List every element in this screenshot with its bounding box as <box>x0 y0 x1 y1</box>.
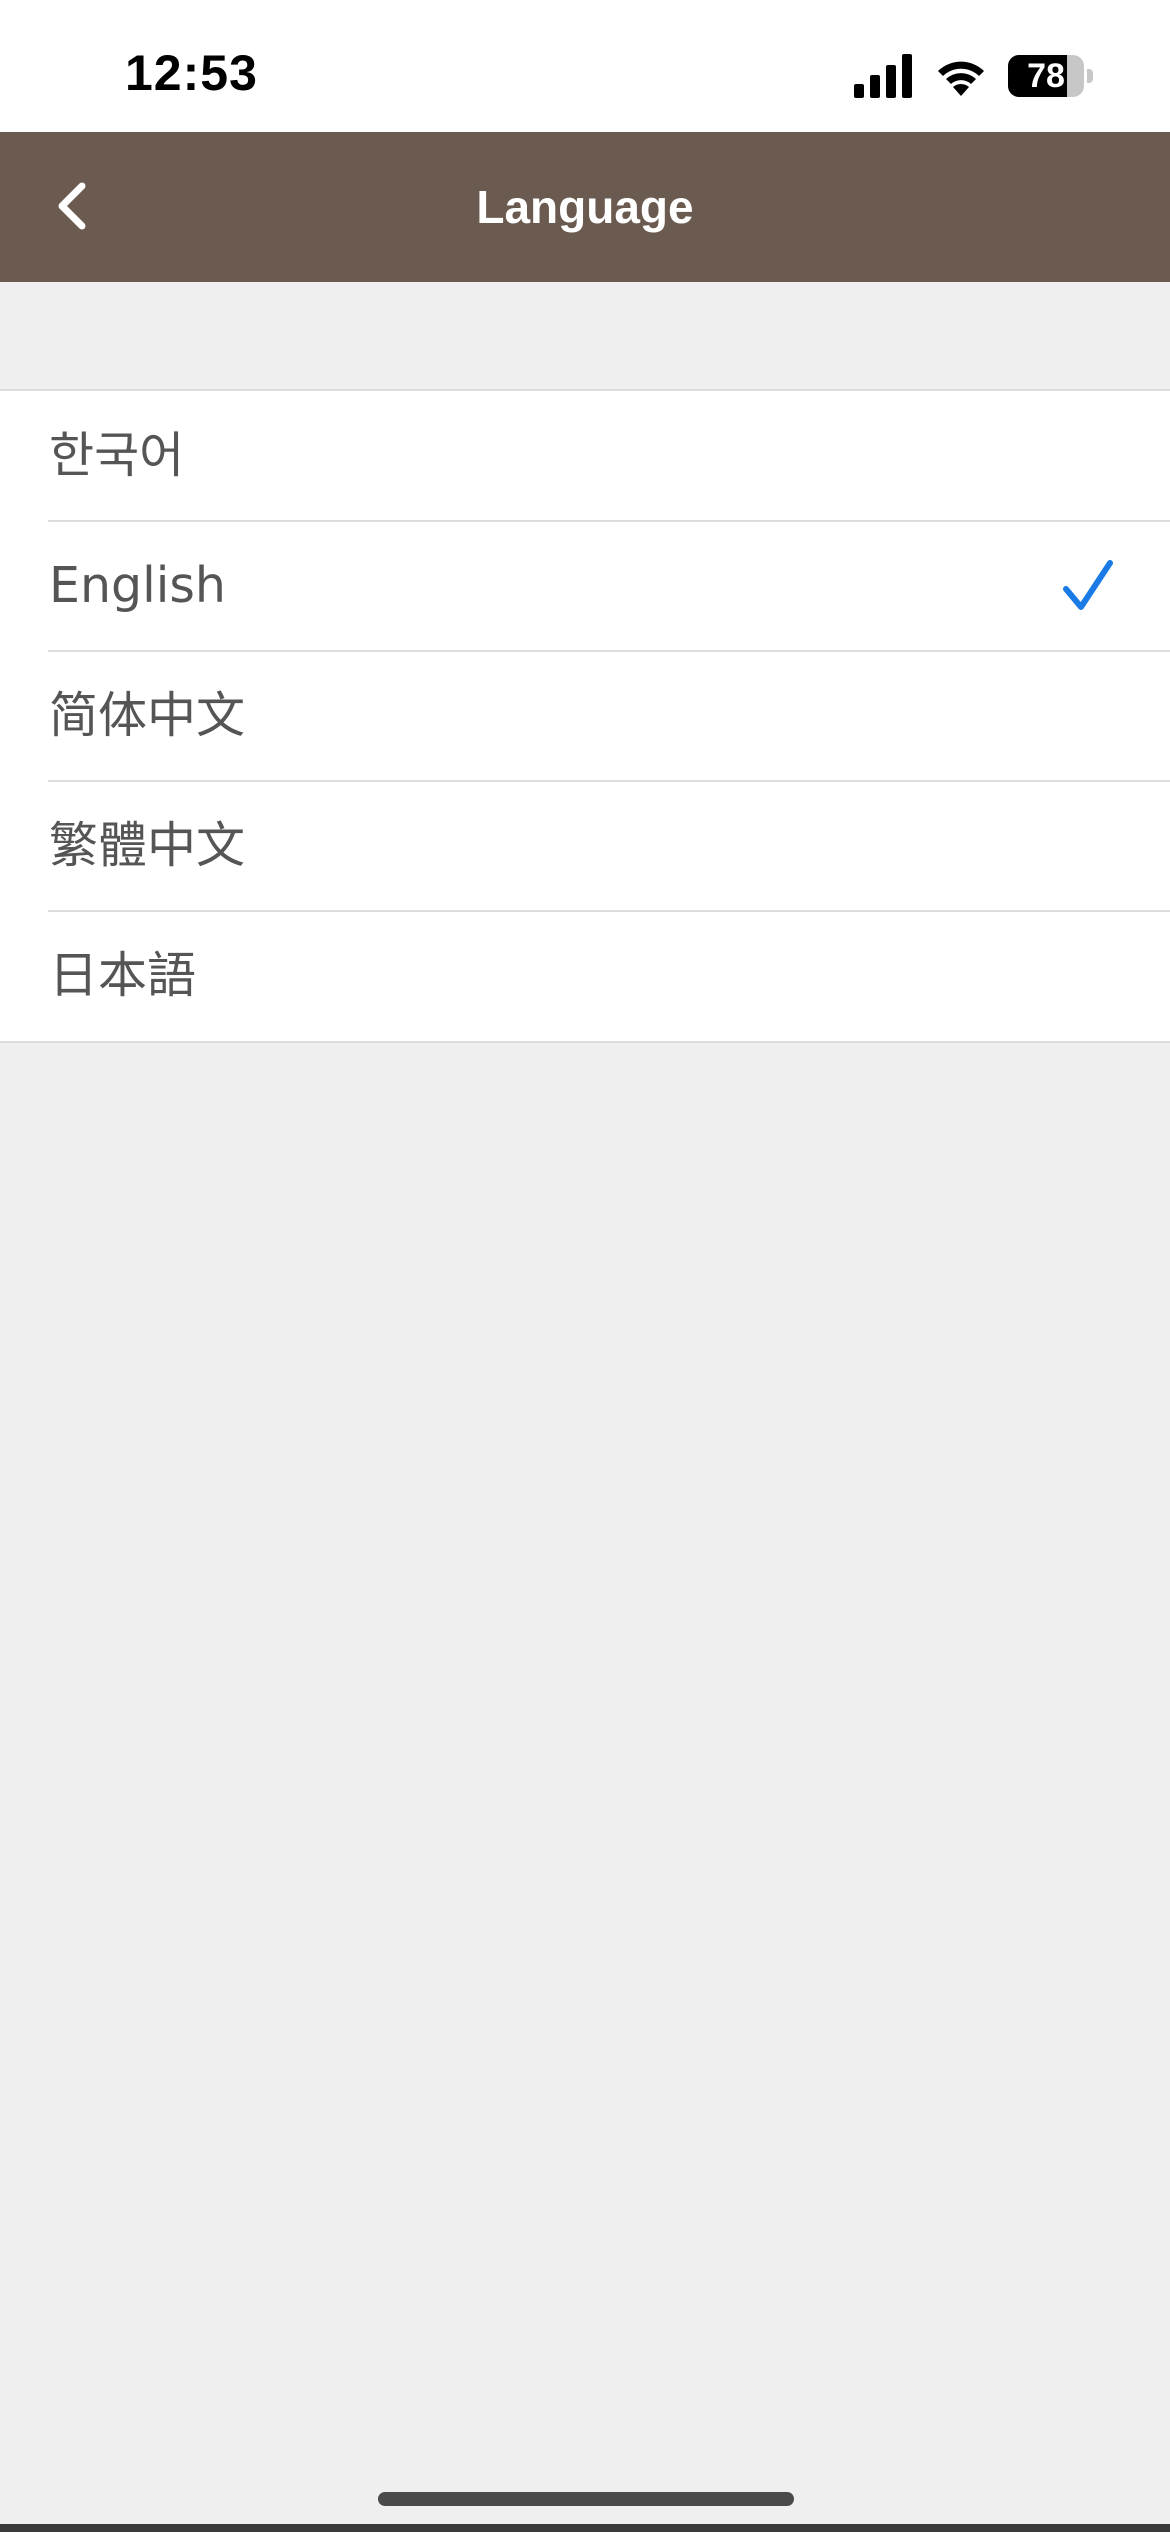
home-indicator[interactable] <box>378 2492 794 2506</box>
language-label: 繁體中文 <box>49 817 246 874</box>
language-list: 한국어 English 简体中文 繁體中文 日本語 <box>0 389 1170 1043</box>
checkmark-icon <box>1063 560 1113 610</box>
wifi-icon <box>938 61 984 96</box>
language-label: 한국어 <box>49 427 185 484</box>
battery-percent: 78 <box>1027 57 1065 95</box>
back-button[interactable] <box>30 162 120 252</box>
nav-bar: Language <box>0 132 1170 282</box>
language-label: 简体中文 <box>49 687 246 744</box>
language-option-japanese[interactable]: 日本語 <box>0 910 1170 1041</box>
battery-icon: 78 <box>1008 55 1094 97</box>
page-title: Language <box>476 181 694 233</box>
status-bar: 12:53 78 <box>0 0 1170 132</box>
language-option-korean[interactable]: 한국어 <box>0 391 1170 521</box>
signal-icon <box>854 54 912 98</box>
language-option-traditional-chinese[interactable]: 繁體中文 <box>0 780 1170 911</box>
bottom-edge <box>0 2524 1170 2532</box>
language-label: 日本語 <box>49 947 197 1004</box>
status-time: 12:53 <box>125 45 258 101</box>
language-option-english[interactable]: English <box>0 520 1170 651</box>
language-option-simplified-chinese[interactable]: 简体中文 <box>0 650 1170 781</box>
chevron-left-icon <box>58 182 86 230</box>
language-label: English <box>49 557 226 614</box>
